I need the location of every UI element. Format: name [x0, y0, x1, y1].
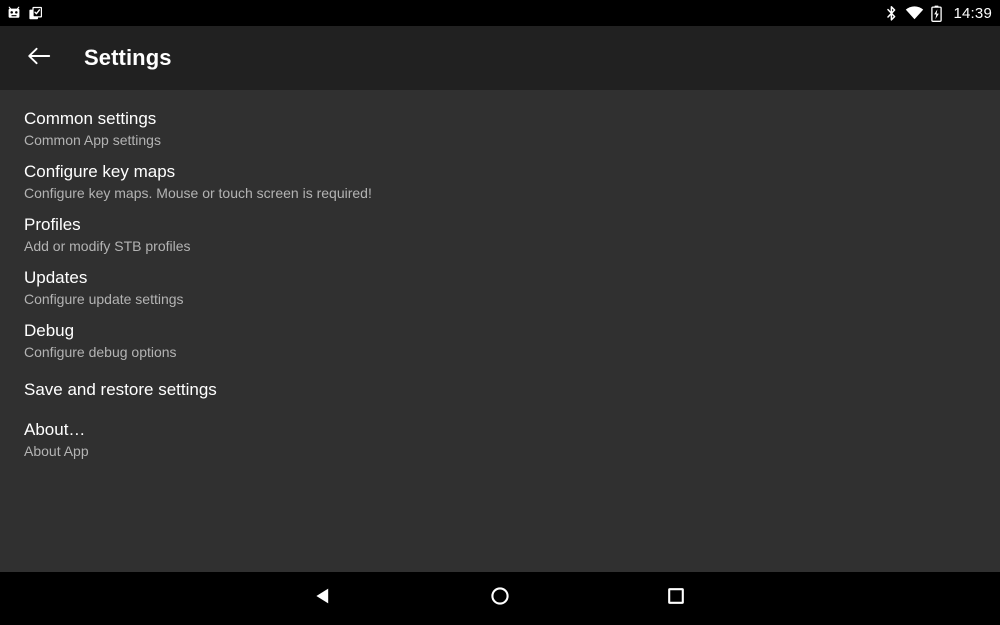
- nav-back-button[interactable]: [244, 572, 404, 625]
- settings-item-title: Configure key maps: [24, 162, 176, 181]
- settings-item-summary: Configure update settings: [24, 291, 184, 307]
- arrow-left-icon: [26, 43, 52, 74]
- settings-item-save-and-restore-settings[interactable]: Save and restore settings: [0, 367, 1000, 413]
- settings-item-title: Debug: [24, 321, 75, 340]
- settings-item-title: Save and restore settings: [24, 380, 217, 399]
- settings-item-title: Profiles: [24, 215, 81, 234]
- nav-recents-button[interactable]: [596, 572, 756, 625]
- clipboard-check-icon: [28, 5, 44, 21]
- back-triangle-icon: [313, 585, 335, 612]
- recents-square-icon: [665, 585, 687, 612]
- status-bar-system-icons: 14:39: [885, 5, 992, 22]
- page-title: Settings: [84, 45, 172, 70]
- settings-item-summary: Configure key maps. Mouse or touch scree…: [24, 185, 372, 201]
- status-bar-clock: 14:39: [953, 4, 992, 22]
- settings-item-summary: Configure debug options: [24, 344, 177, 360]
- battery-charging-icon: [931, 5, 943, 22]
- settings-item-common-settings[interactable]: Common settings Common App settings: [0, 102, 1000, 155]
- wifi-icon: [905, 5, 924, 21]
- settings-item-title: Updates: [24, 268, 88, 287]
- settings-item-configure-key-maps[interactable]: Configure key maps Configure key maps. M…: [0, 155, 1000, 208]
- settings-item-title: Common settings: [24, 109, 157, 128]
- settings-item-summary: Add or modify STB profiles: [24, 238, 191, 254]
- settings-item-about[interactable]: About… About App: [0, 413, 1000, 466]
- bluetooth-icon: [885, 5, 898, 22]
- settings-item-title: About…: [24, 420, 86, 439]
- nav-home-button[interactable]: [420, 572, 580, 625]
- app-toolbar: Settings: [0, 26, 1000, 90]
- settings-list: Common settings Common App settings Conf…: [0, 90, 1000, 572]
- android-settings-screen: 14:39 Settings Common settings Common Ap…: [0, 0, 1000, 625]
- status-bar: 14:39: [0, 0, 1000, 26]
- home-circle-icon: [489, 585, 511, 612]
- back-button[interactable]: [19, 38, 59, 78]
- settings-item-summary: About App: [24, 443, 89, 459]
- android-robot-icon: [6, 5, 22, 21]
- settings-item-summary: Common App settings: [24, 132, 161, 148]
- settings-item-debug[interactable]: Debug Configure debug options: [0, 314, 1000, 367]
- settings-item-updates[interactable]: Updates Configure update settings: [0, 261, 1000, 314]
- system-navigation-bar: [0, 572, 1000, 625]
- settings-item-profiles[interactable]: Profiles Add or modify STB profiles: [0, 208, 1000, 261]
- status-bar-notification-icons: [6, 5, 885, 21]
